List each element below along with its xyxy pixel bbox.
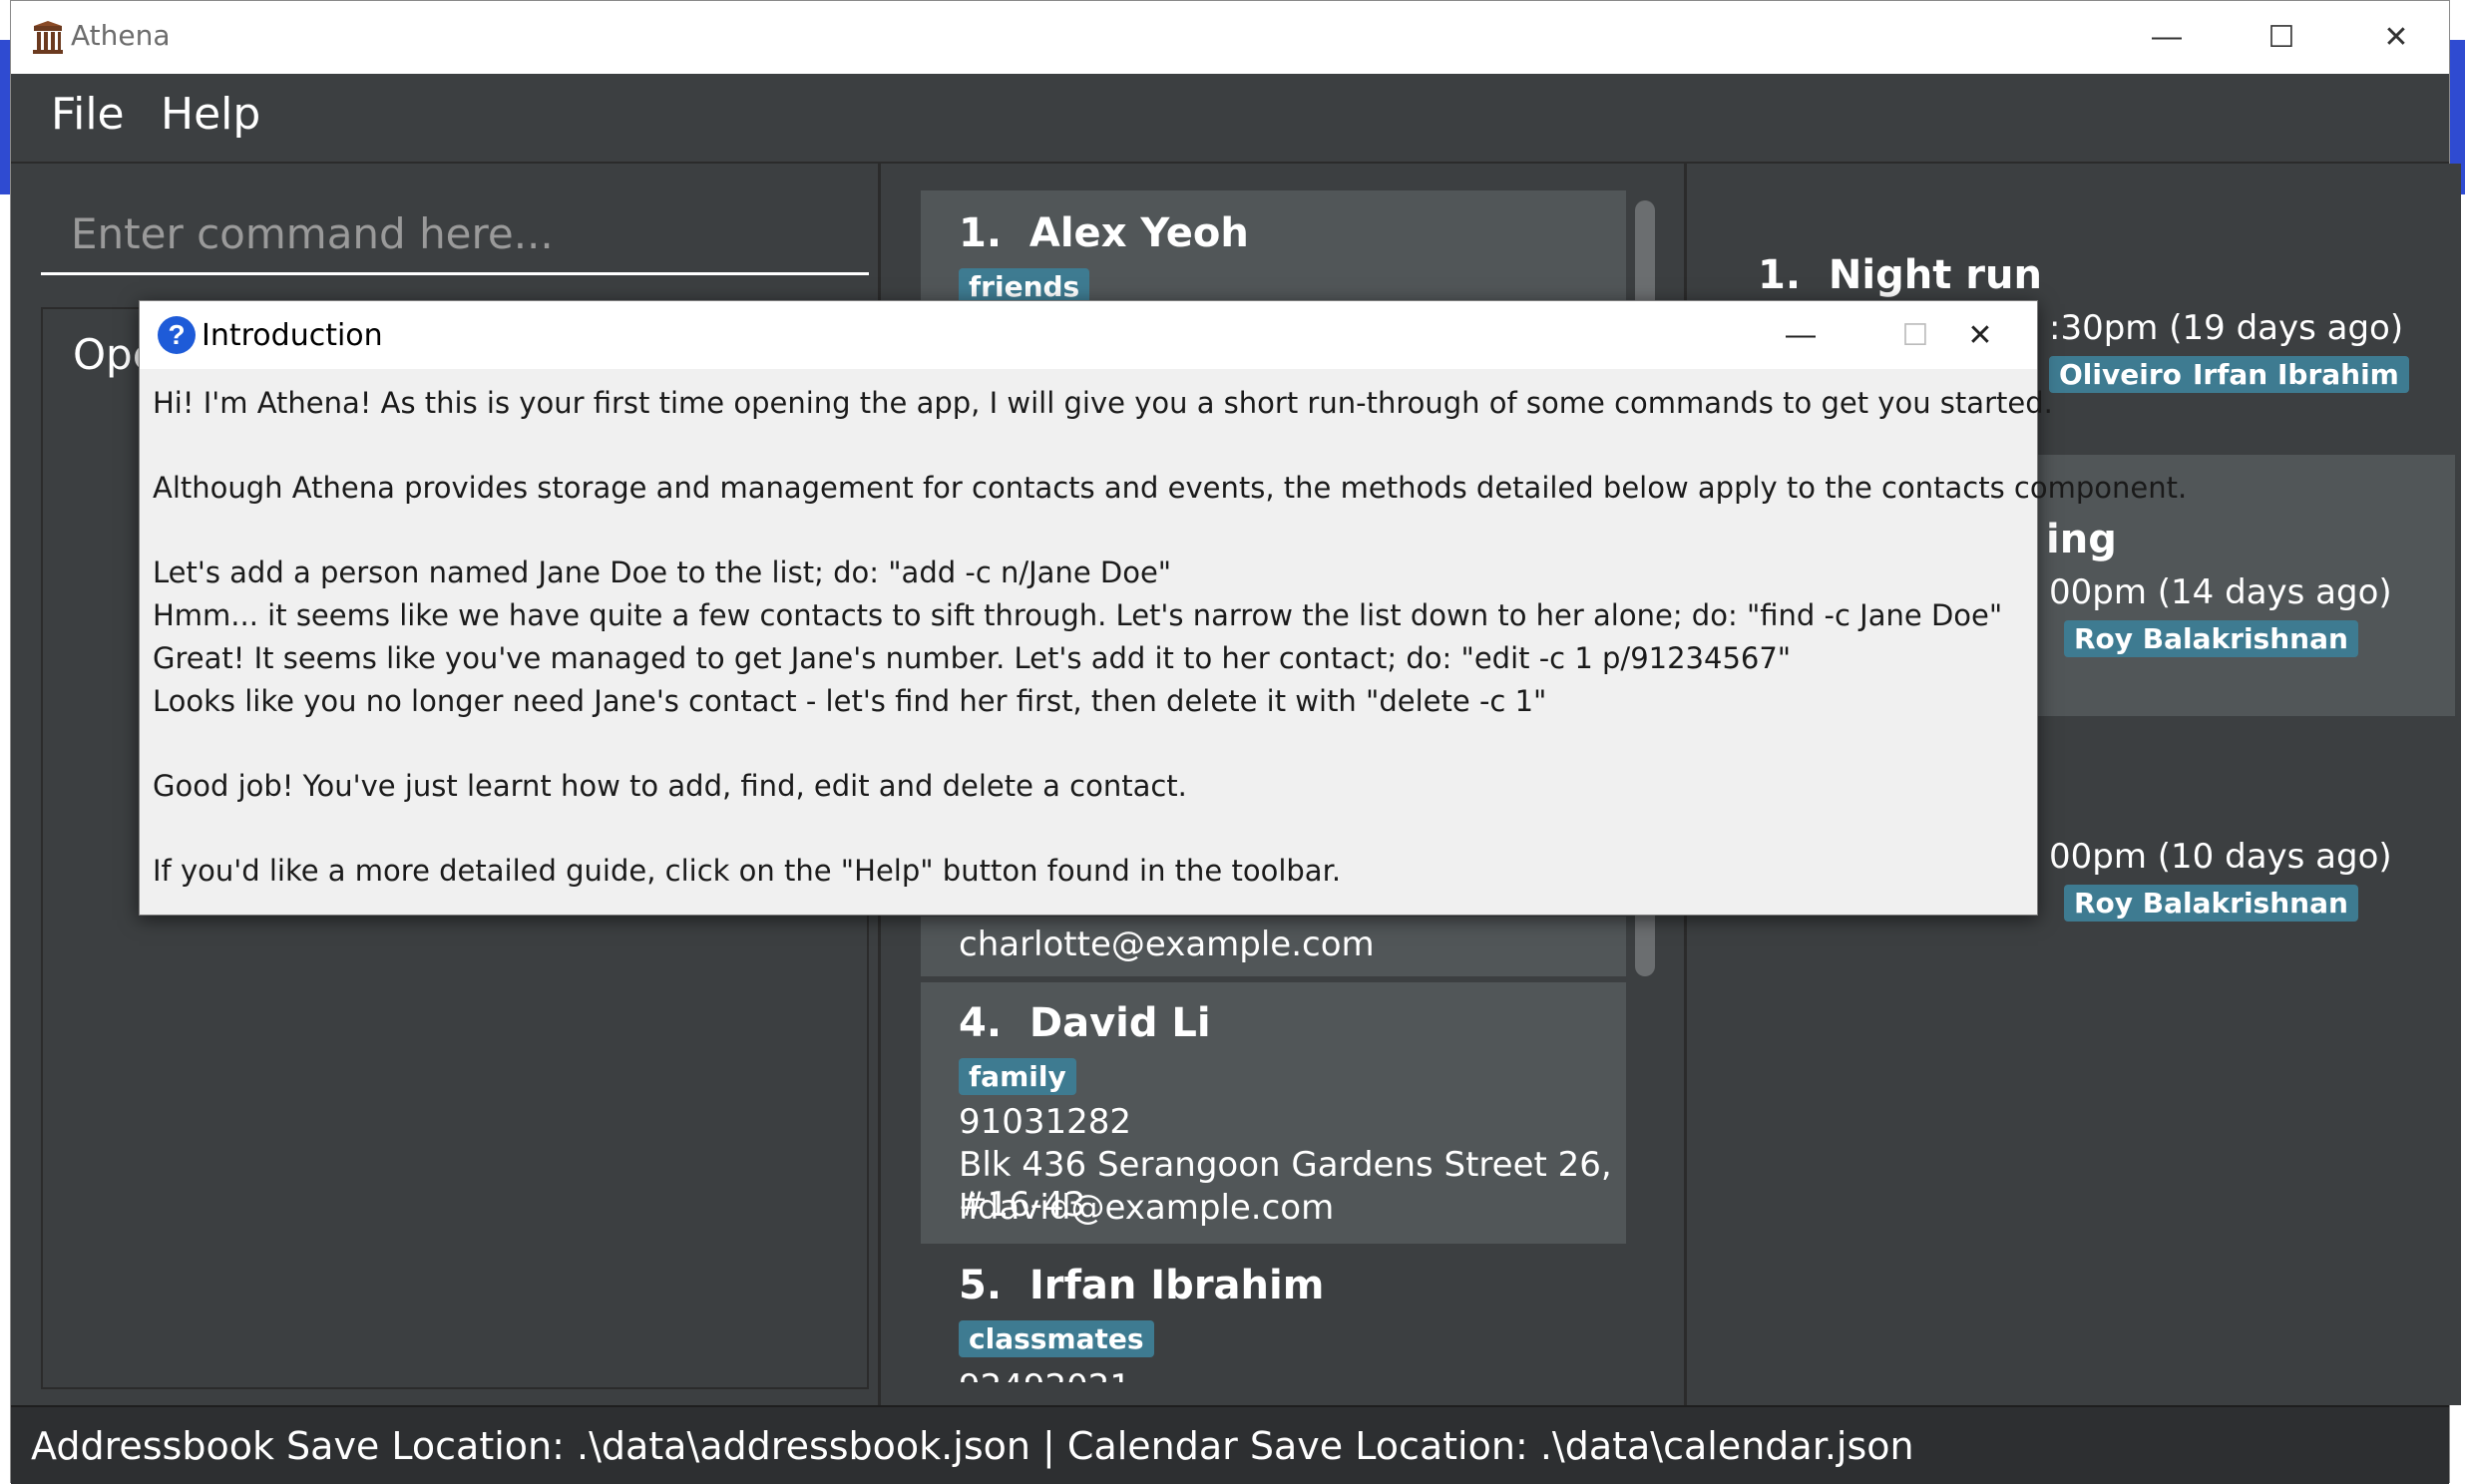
event-tag: Roy Balakrishnan: [2064, 885, 2358, 922]
contact-index: 5.: [959, 1263, 1003, 1308]
event-name: ing: [2046, 517, 2117, 562]
contact-card[interactable]: 1. Alex Yeoh friends: [921, 190, 1626, 305]
dialog-title-bar[interactable]: ? Introduction — ☐ ✕: [140, 301, 2037, 369]
athena-logo-icon: [31, 21, 65, 55]
dialog-title: Introduction: [202, 318, 383, 353]
dialog-text-line: Great! It seems like you've managed to g…: [153, 641, 1792, 675]
dialog-text-line: Hi! I'm Athena! As this is your first ti…: [153, 386, 2053, 420]
contact-tag: family: [959, 1058, 1076, 1095]
contact-phone: 92492021: [959, 1367, 1131, 1382]
contact-index: 4.: [959, 1000, 1003, 1046]
menu-file[interactable]: File: [51, 89, 125, 140]
window-title: Athena: [71, 19, 171, 52]
contact-card[interactable]: 5. Irfan Ibrahim classmates 92492021: [921, 1248, 1626, 1382]
dialog-minimize-button[interactable]: —: [1746, 307, 1855, 363]
dialog-text-line: If you'd like a more detailed guide, cli…: [153, 854, 1342, 888]
contact-email: lidavid@example.com: [959, 1188, 1335, 1228]
dialog-text-line: Let's add a person named Jane Doe to the…: [153, 556, 1172, 589]
event-time: :30pm (19 days ago): [2049, 308, 2404, 348]
menu-bar: [11, 74, 2449, 164]
event-tag: Irfan Ibrahim: [2183, 356, 2409, 393]
menu-help[interactable]: Help: [161, 89, 260, 140]
dialog-text-line: Although Athena provides storage and man…: [153, 471, 2188, 505]
title-bar[interactable]: Athena — ☐ ✕: [11, 1, 2449, 74]
contact-card[interactable]: 4. David Li family 91031282 Blk 436 Sera…: [921, 982, 1626, 1244]
contact-name: Alex Yeoh: [1028, 210, 1249, 256]
dialog-text-line: Looks like you no longer need Jane's con…: [153, 684, 1547, 718]
maximize-button[interactable]: ☐: [2227, 9, 2336, 65]
help-question-icon: ?: [158, 316, 196, 354]
status-text: Addressbook Save Location: .\data\addres…: [31, 1424, 1914, 1468]
event-tag: Roy Balakrishnan: [2064, 620, 2358, 657]
close-button[interactable]: ✕: [2341, 9, 2451, 65]
contact-tag: classmates: [959, 1320, 1154, 1357]
event-tag: Oliveiro: [2049, 356, 2192, 393]
event-name: Night run: [1828, 252, 2042, 298]
event-time: 00pm (14 days ago): [2049, 572, 2392, 612]
event-index: 1.: [1758, 252, 1802, 298]
contact-index: 1.: [959, 210, 1003, 256]
dialog-text-line: Good job! You've just learnt how to add,…: [153, 769, 1187, 803]
command-input[interactable]: [41, 195, 869, 275]
minimize-button[interactable]: —: [2112, 9, 2222, 65]
dialog-close-button[interactable]: ✕: [1925, 307, 2035, 363]
dialog-text-line: Hmm... it seems like we have quite a few…: [153, 598, 2003, 632]
contact-email: charlotte@example.com: [959, 925, 1375, 964]
contact-phone: 91031282: [959, 1102, 1132, 1142]
contact-name: Irfan Ibrahim: [1028, 1263, 1325, 1308]
contact-name: David Li: [1028, 1000, 1211, 1046]
contact-card[interactable]: charlotte@example.com: [921, 917, 1626, 976]
introduction-dialog: ? Introduction — ☐ ✕ Hi! I'm Athena! As …: [139, 300, 2187, 916]
event-time: 00pm (10 days ago): [2049, 837, 2392, 877]
